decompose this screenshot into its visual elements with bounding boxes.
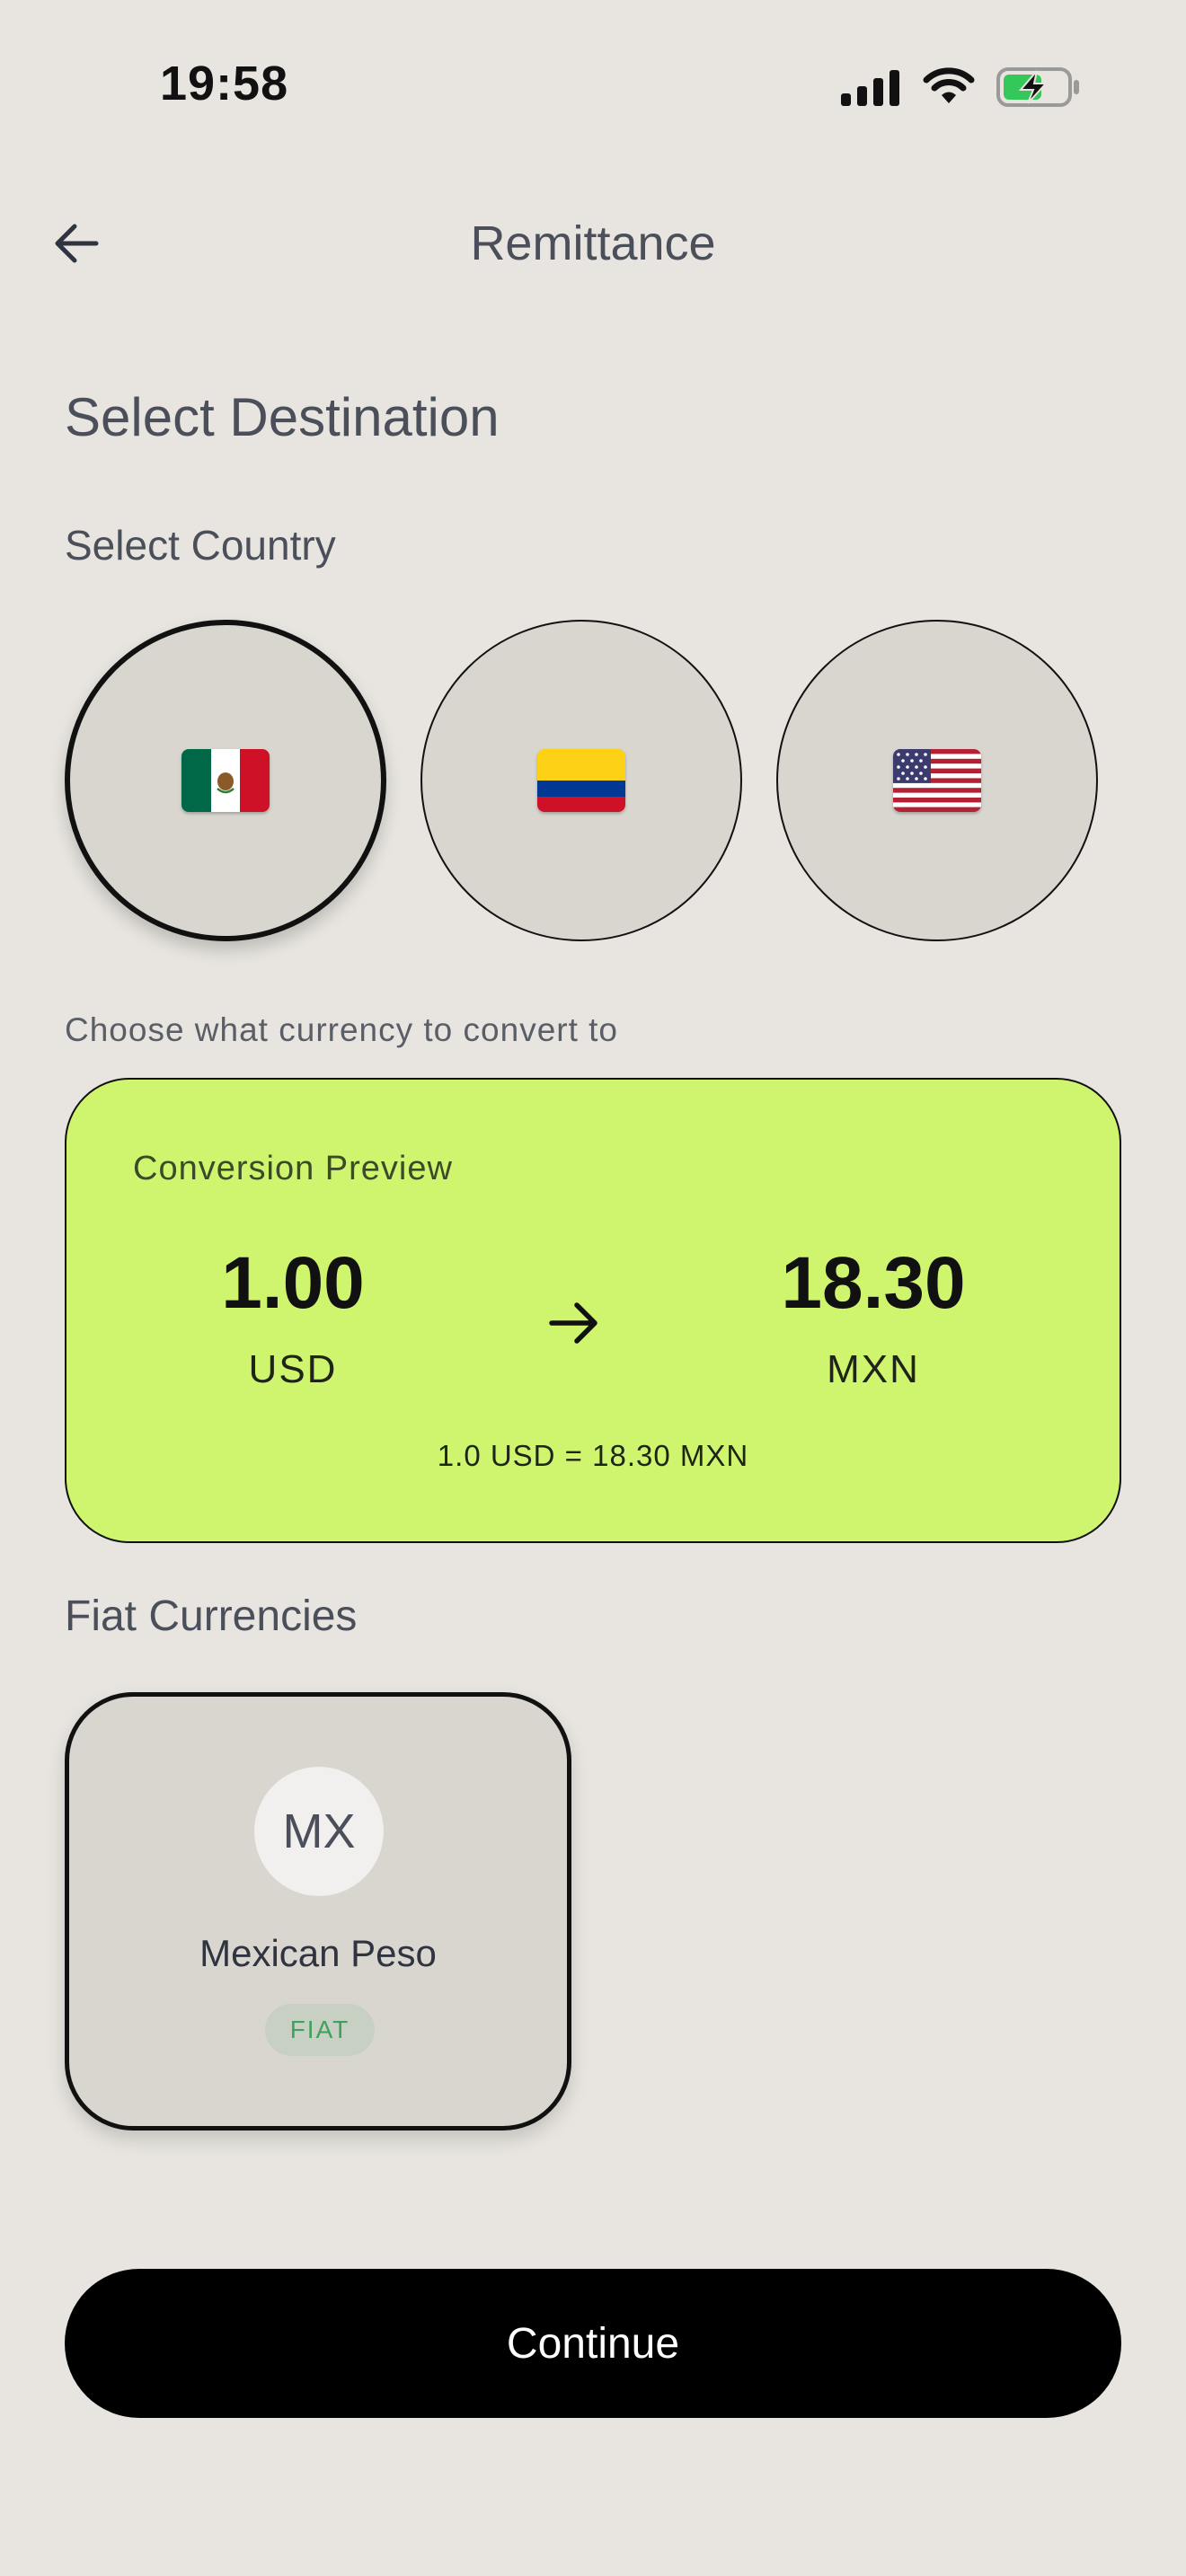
- battery-charging-icon: [996, 67, 1079, 107]
- conversion-preview-title: Conversion Preview: [133, 1150, 453, 1187]
- cellular-signal-icon: [841, 70, 899, 106]
- status-icons: [839, 63, 1082, 111]
- select-country-label: Select Country: [65, 522, 336, 569]
- continue-button[interactable]: Continue: [65, 2269, 1121, 2418]
- exchange-rate-text: 1.0 USD = 18.30 MXN: [437, 1439, 749, 1472]
- country-option-mexico[interactable]: [65, 620, 386, 941]
- country-option-united-states[interactable]: [776, 620, 1098, 941]
- from-currency-code: USD: [248, 1347, 338, 1391]
- colombia-flag-icon: [537, 749, 625, 812]
- arrow-right-icon: [549, 1302, 597, 1344]
- currency-hint-text: Choose what currency to convert to: [65, 1011, 619, 1048]
- currency-name: Mexican Peso: [199, 1932, 437, 1974]
- mexico-flag-icon: [181, 749, 270, 812]
- status-time: 19:58: [160, 57, 289, 110]
- page-title: Remittance: [470, 216, 716, 270]
- wifi-icon: [923, 67, 975, 103]
- select-destination-heading: Select Destination: [65, 387, 500, 447]
- currency-option-mexican-peso[interactable]: MX Mexican Peso FIAT: [65, 1692, 571, 2130]
- to-amount: 18.30: [781, 1242, 966, 1324]
- currency-type-badge: FIAT: [265, 2004, 375, 2056]
- currency-avatar: MX: [254, 1767, 384, 1896]
- remittance-screen: 19:58 Remittance Select Destination Sele…: [0, 0, 1186, 2576]
- country-option-colombia[interactable]: [420, 620, 742, 941]
- from-amount: 1.00: [221, 1242, 365, 1324]
- us-flag-icon: [893, 749, 981, 812]
- to-currency-code: MXN: [827, 1347, 920, 1391]
- fiat-currencies-heading: Fiat Currencies: [65, 1592, 358, 1640]
- conversion-preview-card: Conversion Preview 1.00 USD 18.30 MXN 1.…: [65, 1078, 1121, 1543]
